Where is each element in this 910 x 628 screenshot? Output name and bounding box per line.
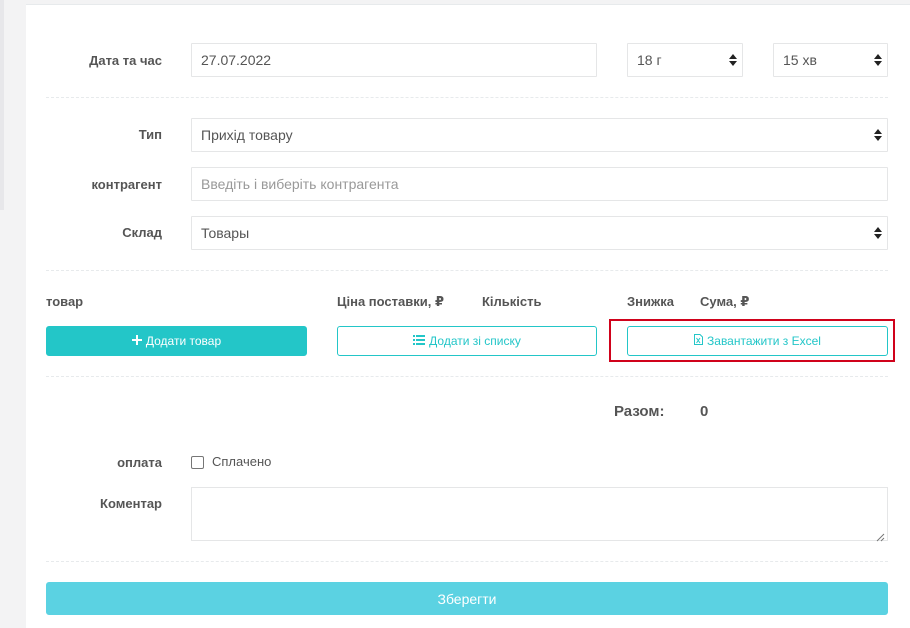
hour-value: 18 г: [637, 52, 662, 68]
list-icon: [413, 334, 426, 348]
comment-textarea[interactable]: [191, 487, 888, 542]
resize-grip-icon[interactable]: [876, 529, 885, 542]
col-header-discount: Знижка: [627, 294, 674, 309]
add-product-button[interactable]: Додати товар: [46, 326, 307, 356]
select-arrows-icon: [874, 54, 882, 66]
col-header-sum: Сума, ₽: [700, 294, 750, 309]
paid-checkbox-label[interactable]: Сплачено: [212, 454, 271, 469]
datetime-label: Дата та час: [89, 53, 162, 68]
import-excel-button[interactable]: Завантажити з Excel: [627, 326, 888, 356]
col-header-product: товар: [46, 294, 84, 309]
payment-label: оплата: [117, 455, 162, 470]
section-divider: [46, 270, 888, 271]
warehouse-select[interactable]: Товары: [191, 216, 888, 250]
warehouse-label: Склад: [122, 225, 162, 240]
date-value: 27.07.2022: [201, 52, 272, 68]
select-arrows-icon: [874, 129, 882, 141]
select-arrows-icon: [874, 227, 882, 239]
counterparty-label: контрагент: [91, 177, 162, 192]
select-arrows-icon: [729, 54, 737, 66]
hour-select[interactable]: 18 г: [627, 43, 743, 77]
total-value: 0: [700, 403, 709, 420]
add-product-label: Додати товар: [145, 334, 222, 348]
comment-label: Коментар: [100, 496, 162, 511]
section-divider: [46, 97, 888, 98]
save-button[interactable]: Зберегти: [46, 582, 888, 615]
counterparty-placeholder: Введіть і виберіть контрагента: [201, 176, 399, 192]
save-button-label: Зберегти: [437, 590, 497, 607]
paid-checkbox[interactable]: [191, 456, 204, 469]
counterparty-input[interactable]: Введіть і виберіть контрагента: [191, 167, 888, 201]
excel-file-icon: [694, 334, 704, 348]
add-from-list-button[interactable]: Додати зі списку: [337, 326, 597, 356]
total-label: Разом:: [614, 403, 665, 420]
section-divider: [46, 561, 888, 562]
document-form-card: Дата та час 27.07.2022 18 г 15 хв Тип Пр…: [26, 4, 910, 628]
type-label: Тип: [138, 127, 162, 142]
plus-icon: [131, 334, 142, 348]
col-header-quantity: Кількість: [482, 294, 542, 309]
type-value: Прихід товару: [201, 127, 293, 143]
minute-select[interactable]: 15 хв: [773, 43, 888, 77]
col-header-price: Ціна поставки, ₽: [337, 294, 445, 309]
section-divider: [46, 376, 888, 377]
type-select[interactable]: Прихід товару: [191, 118, 888, 152]
warehouse-value: Товары: [201, 225, 250, 241]
import-excel-label: Завантажити з Excel: [707, 334, 821, 348]
sidebar-edge: [0, 0, 4, 210]
add-from-list-label: Додати зі списку: [429, 334, 521, 348]
minute-value: 15 хв: [783, 52, 817, 68]
date-input[interactable]: 27.07.2022: [191, 43, 597, 77]
